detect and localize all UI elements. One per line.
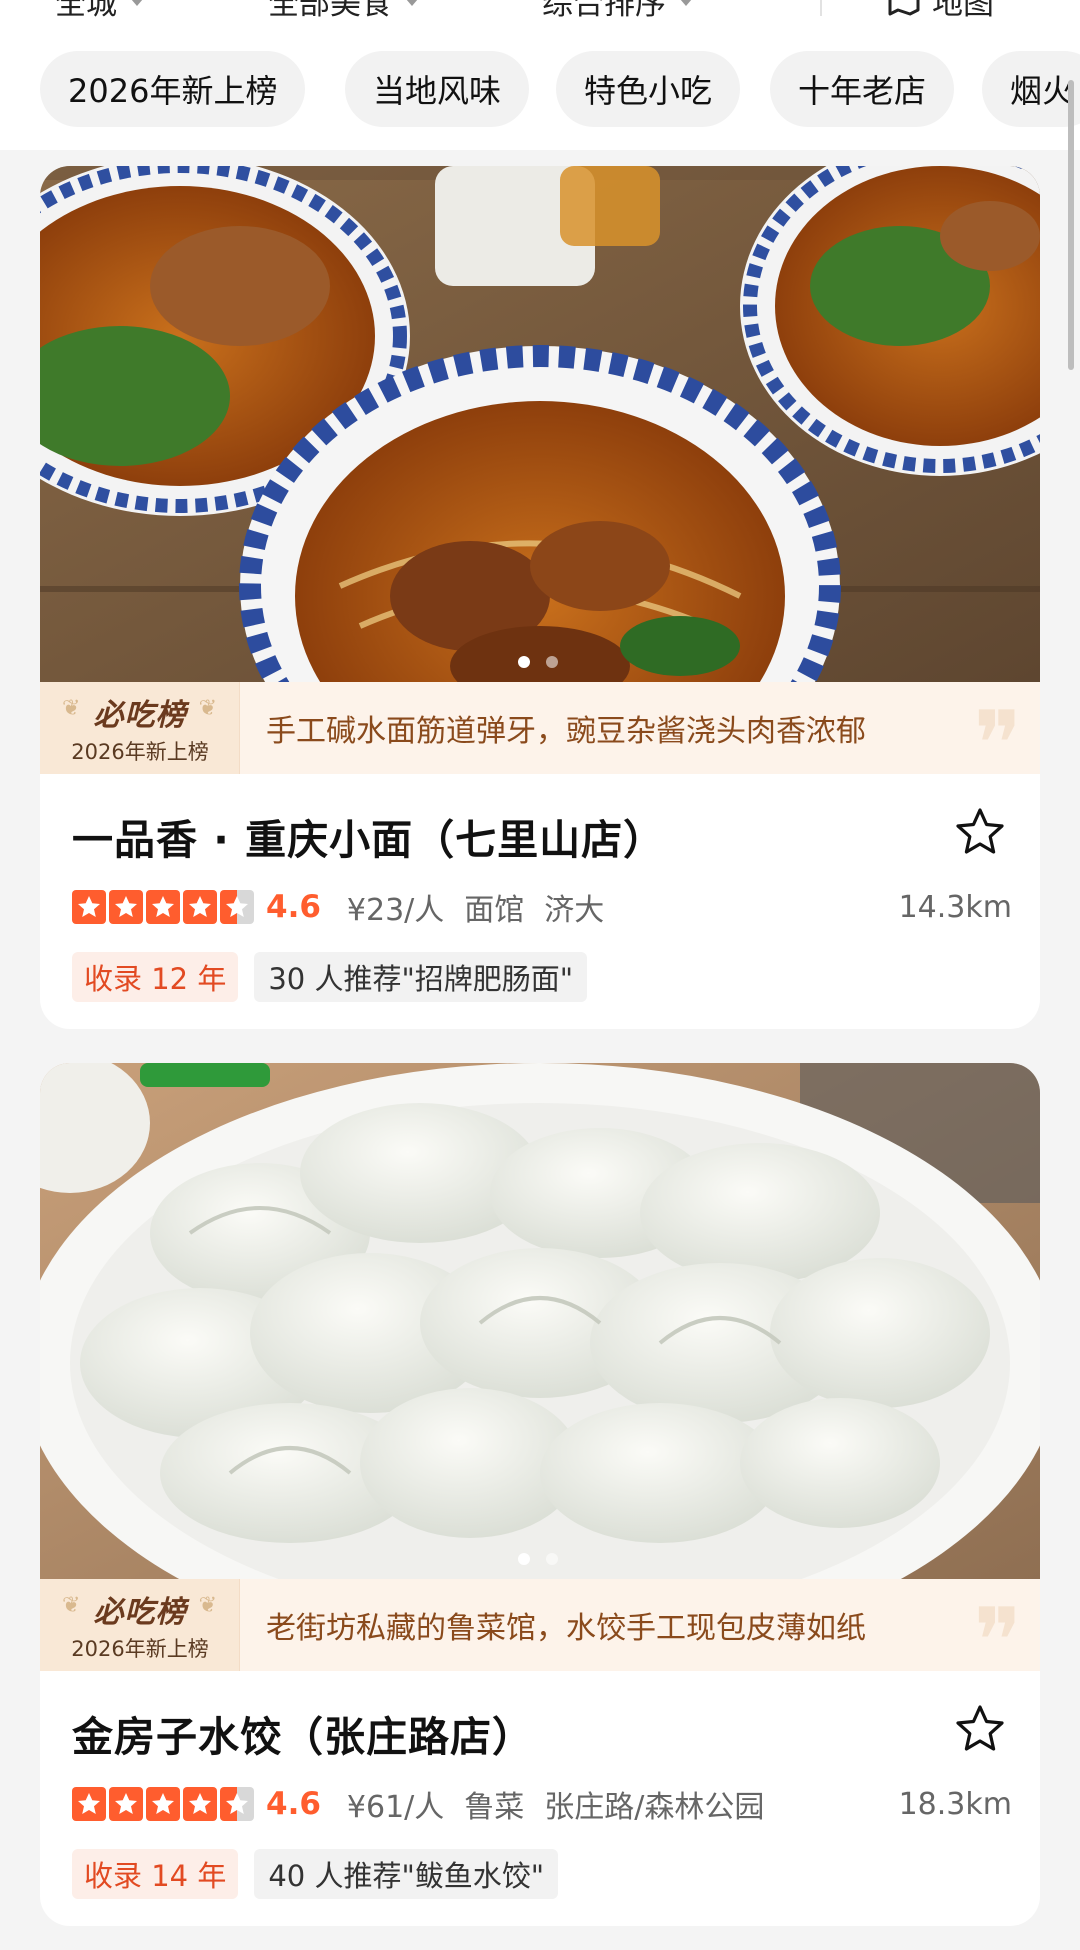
business-area: 济大 [544,893,605,928]
restaurant-card[interactable]: ❦ ❦ 必吃榜 2026年新上榜 手工碱水面筋道弹牙，豌豆杂酱浇头肉香浓郁 ❞ … [40,166,1040,1029]
rating-stars [72,1787,254,1821]
restaurant-meta: 4.6 ¥61/人 鲁菜 张庄路/森林公园 18.3km [72,1783,1012,1825]
star-outline-icon[interactable] [954,806,1006,858]
distance: 18.3km [898,1786,1012,1822]
star-icon [72,890,106,924]
distance: 14.3km [898,889,1012,925]
must-eat-logo: 必吃榜 [93,698,187,733]
restaurant-name[interactable]: 一品香 · 重庆小面（七里山店） [72,806,665,866]
chip-ten-year-shops[interactable]: 十年老店 [770,51,955,127]
carousel-indicator [518,1553,558,1565]
noodle-bowls-photo [40,166,1040,682]
carousel-indicator [518,656,558,668]
restaurant-tags: 收录 14 年 40 人推荐"鲅鱼水饺" [72,1849,559,1899]
divider [820,0,822,16]
chip-local-flavor[interactable]: 当地风味 [345,51,530,127]
must-eat-banner: ❦ ❦ 必吃榜 2026年新上榜 老街坊私藏的鲁菜馆，水饺手工现包皮薄如纸 ❞ [40,1579,1040,1687]
carousel-dot [546,656,558,668]
star-icon [146,1787,180,1821]
cuisine-category: 鲁菜 [464,1790,525,1825]
price-per-person: ¥23/人 [346,893,445,928]
carousel-dot [546,1553,558,1565]
listed-years-tag: 收录 14 年 [72,1849,239,1899]
recommendation-tag[interactable]: 40 人推荐"鲅鱼水饺" [254,1849,559,1899]
filter-sort-dropdown[interactable]: 综合排序 [542,0,692,22]
filter-area-dropdown[interactable]: 全城 [55,0,143,22]
carousel-dot-active [518,1553,530,1565]
star-icon [183,890,217,924]
scrollbar[interactable] [1068,80,1074,370]
business-area: 张庄路/森林公园 [544,1790,765,1825]
restaurant-photo-carousel[interactable] [40,166,1040,682]
map-label: 地图 [932,0,994,22]
recommendation-tag[interactable]: 30 人推荐"招牌肥肠面" [254,952,588,1002]
map-button[interactable]: 地图 [884,0,994,22]
chevron-down-icon [131,0,143,6]
chevron-down-icon [680,0,692,6]
must-eat-logo: 必吃榜 [93,1595,187,1630]
filter-area-label: 全城 [55,0,117,22]
filter-category-label: 全部美食 [268,0,392,22]
filter-bar: 全城 全部美食 综合排序 地图 [0,0,1080,30]
star-half-icon [220,1787,254,1821]
chip-street-food[interactable]: 烟火 [982,51,1080,127]
chevron-down-icon [406,0,418,6]
highlight-text: 手工碱水面筋道弹牙，豌豆杂酱浇头肉香浓郁 [266,714,866,749]
rating-score: 4.6 [266,889,321,925]
rating-score: 4.6 [266,1786,321,1822]
star-icon [146,890,180,924]
cuisine-category: 面馆 [464,893,525,928]
dumpling-plate-photo [40,1063,1040,1579]
star-icon [109,1787,143,1821]
quick-filter-chips: 2026年新上榜 当地风味 特色小吃 十年老店 烟火 [0,30,1080,150]
badge-subtitle: 2026年新上榜 [71,740,209,764]
map-icon [888,0,920,16]
star-outline-icon[interactable] [954,1703,1006,1755]
quote-icon: ❞ [973,1589,1022,1694]
listed-years-tag: 收录 12 年 [72,952,239,1002]
filter-category-dropdown[interactable]: 全部美食 [268,0,418,22]
star-icon [109,890,143,924]
star-half-icon [220,890,254,924]
price-per-person: ¥61/人 [346,1790,445,1825]
filter-sort-label: 综合排序 [542,0,666,22]
must-eat-badge: ❦ ❦ 必吃榜 2026年新上榜 [40,1579,240,1671]
quote-icon: ❞ [973,692,1022,797]
carousel-dot-active [518,656,530,668]
restaurant-meta: 4.6 ¥23/人 面馆 济大 14.3km [72,886,1012,928]
badge-subtitle: 2026年新上榜 [71,1637,209,1661]
chip-specialty-snacks[interactable]: 特色小吃 [556,51,741,127]
must-eat-banner: ❦ ❦ 必吃榜 2026年新上榜 手工碱水面筋道弹牙，豌豆杂酱浇头肉香浓郁 ❞ [40,682,1040,790]
highlight-text: 老街坊私藏的鲁菜馆，水饺手工现包皮薄如纸 [266,1611,866,1646]
restaurant-card[interactable]: ❦ ❦ 必吃榜 2026年新上榜 老街坊私藏的鲁菜馆，水饺手工现包皮薄如纸 ❞ … [40,1063,1040,1926]
restaurant-tags: 收录 12 年 30 人推荐"招牌肥肠面" [72,952,588,1002]
must-eat-badge: ❦ ❦ 必吃榜 2026年新上榜 [40,682,240,774]
chip-new-listing[interactable]: 2026年新上榜 [40,51,306,127]
star-icon [183,1787,217,1821]
restaurant-name[interactable]: 金房子水饺（张庄路店） [72,1703,534,1763]
rating-stars [72,890,254,924]
star-icon [72,1787,106,1821]
restaurant-photo-carousel[interactable] [40,1063,1040,1579]
